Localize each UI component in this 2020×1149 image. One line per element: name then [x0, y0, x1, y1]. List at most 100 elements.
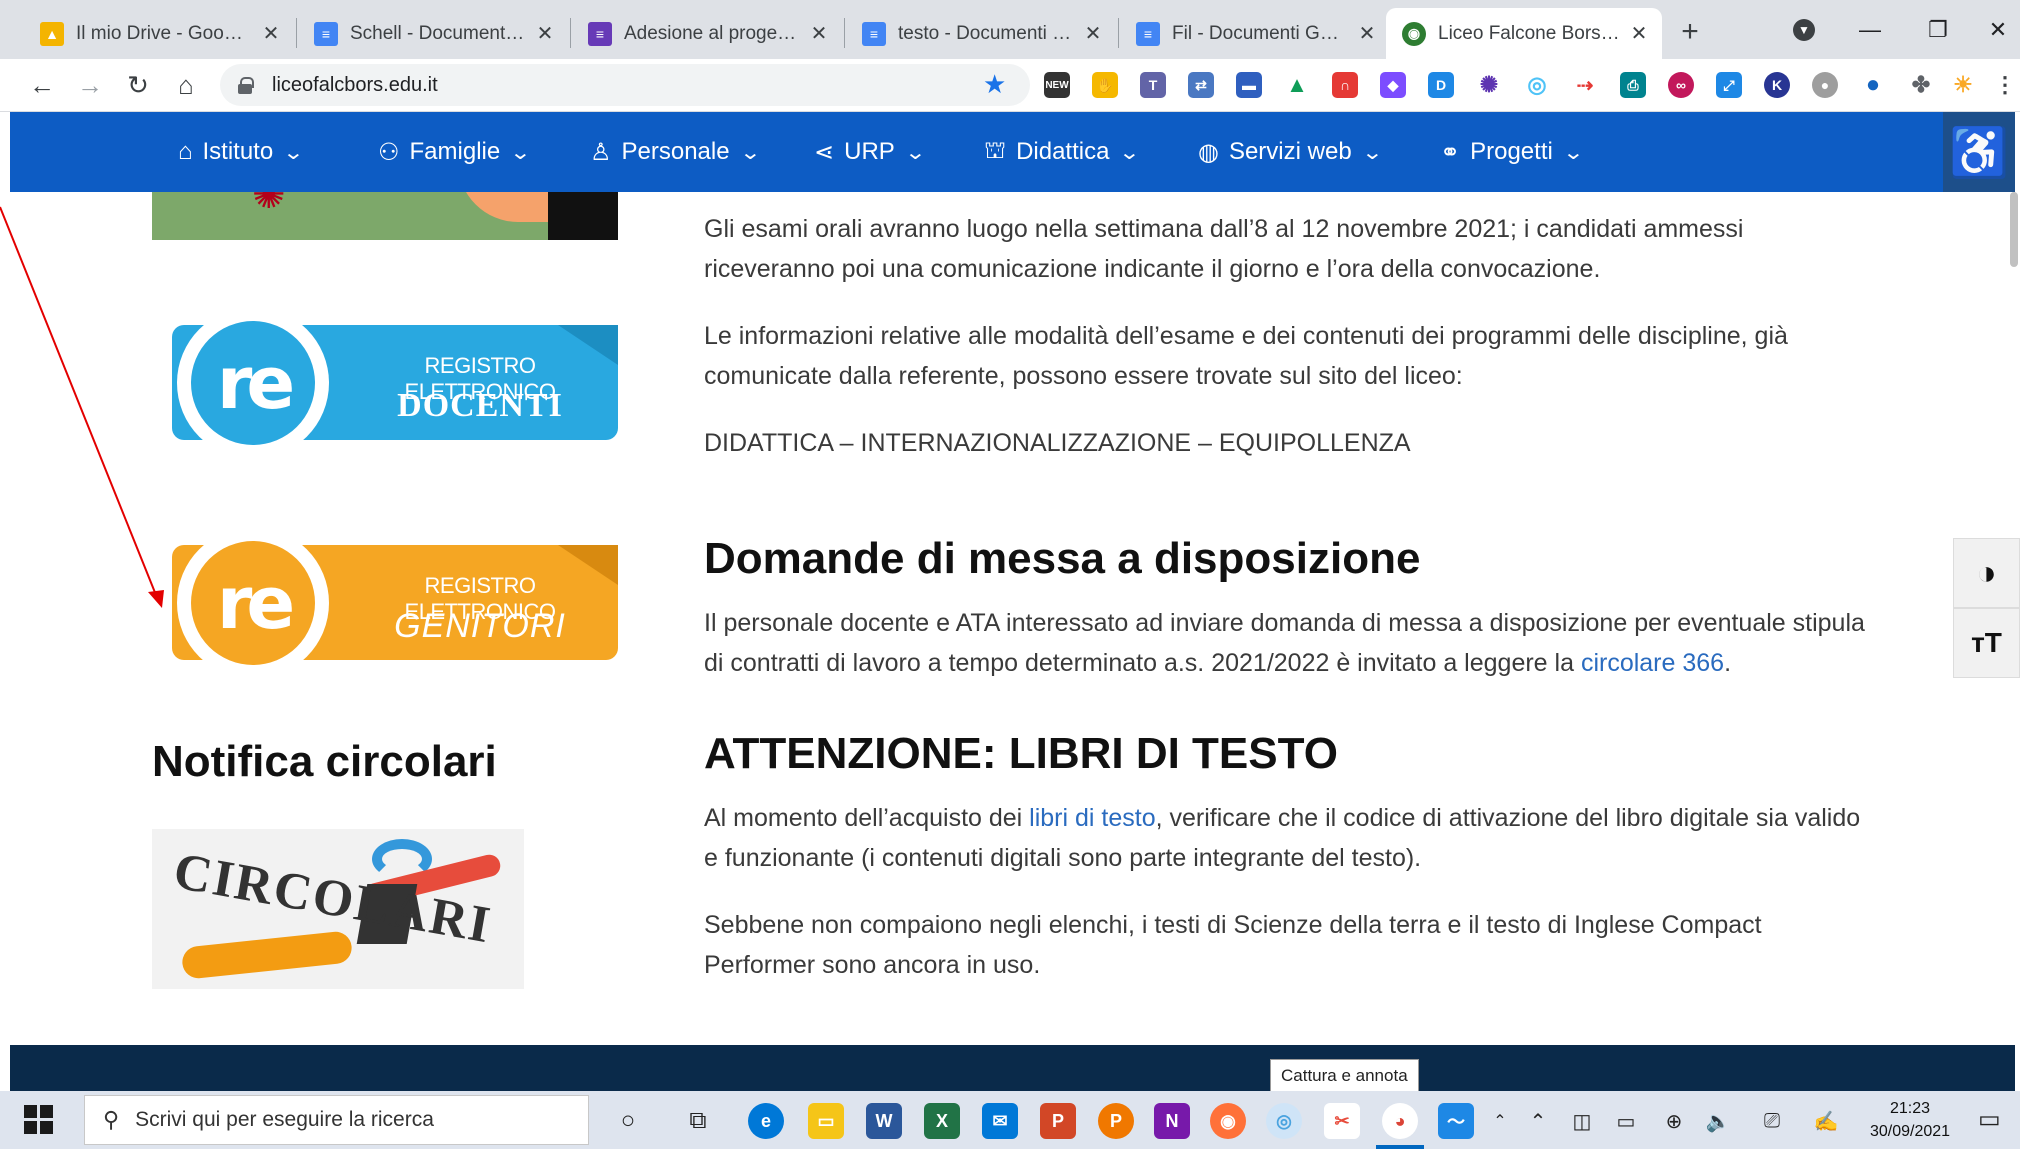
extension-new-icon[interactable]: NEW [1044, 72, 1070, 98]
extension-translate-icon[interactable]: ⇄ [1188, 72, 1214, 98]
cortana-icon[interactable]: ○ [610, 1103, 646, 1139]
notifications-icon[interactable]: ▭ [1978, 1105, 2008, 1135]
volume-icon[interactable]: 🔈 [1700, 1103, 1736, 1139]
nav-label: Servizi web [1228, 138, 1352, 165]
extension-bulb-icon[interactable]: ☀ [1950, 72, 1976, 98]
tab-adesione-form[interactable]: ≡ Adesione al progetto Erasmus ✕ [572, 8, 842, 59]
extension-print-icon[interactable]: ⎙ [1620, 72, 1646, 98]
scroll-chevron-icon[interactable]: ⌃ [1482, 1103, 1518, 1139]
windows-logo-icon [40, 1105, 53, 1118]
close-icon[interactable]: ✕ [808, 23, 830, 45]
contrast-toggle-button[interactable]: ◑ [1953, 538, 2020, 608]
task-view-icon[interactable]: ⧉ [680, 1103, 716, 1139]
powerpoint-icon[interactable]: P [1040, 1103, 1076, 1139]
nav-didattica[interactable]: ⛫ Didattica ⌄ [984, 112, 1141, 192]
extension-thumb-icon[interactable]: ✋ [1092, 72, 1118, 98]
registro-genitori-badge[interactable]: re REGISTRO ELETTRONICO GENITORI [152, 527, 618, 679]
taskbar-search-input[interactable]: ⚲ Scrivi qui per eseguire la ricerca [84, 1095, 589, 1145]
close-icon[interactable]: ✕ [1356, 23, 1378, 45]
extension-k-icon[interactable]: K [1764, 72, 1790, 98]
show-hidden-icons[interactable]: ⌃ [1520, 1103, 1556, 1139]
nav-personale[interactable]: ♙ Personale ⌄ [590, 112, 761, 192]
google-forms-icon: ≡ [588, 21, 612, 46]
nav-servizi-web[interactable]: ◍ Servizi web ⌄ [1198, 112, 1383, 192]
circle-app-icon[interactable]: ◎ [1266, 1103, 1302, 1139]
firefox-icon[interactable]: ◉ [1210, 1103, 1246, 1139]
nav-urp[interactable]: ⋖ URP ⌄ [814, 112, 926, 192]
link-libri-di-testo[interactable]: libri di testo [1029, 804, 1155, 832]
extension-drive-icon[interactable]: ▲ [1284, 72, 1310, 98]
address-bar[interactable]: liceofalcbors.edu.it [220, 64, 1030, 106]
contrast-icon: ◑ [1976, 553, 1997, 592]
text-size-button[interactable]: ᴛT [1953, 608, 2020, 678]
close-icon[interactable]: ✕ [1628, 23, 1650, 45]
minimize-button[interactable]: — [1840, 10, 1900, 50]
circolari-image[interactable]: CIRCOLARI [152, 829, 524, 989]
tab-search-button[interactable]: ▼ [1774, 10, 1834, 50]
paragraph-esami-orali: Gli esami orali avranno luogo nella sett… [704, 215, 1744, 283]
chevron-down-icon: ⌄ [1562, 141, 1585, 164]
text-size-icon: ᴛT [1971, 627, 2002, 658]
extension-shield-icon[interactable]: ◆ [1380, 72, 1406, 98]
extension-screen-icon[interactable]: ▬ [1236, 72, 1262, 98]
taskbar-clock[interactable]: 21:23 30/09/2021 [1860, 1097, 1960, 1143]
nav-label: Didattica [1016, 138, 1110, 165]
word-icon[interactable]: W [866, 1103, 902, 1139]
back-button[interactable]: ← [24, 67, 60, 103]
scrollbar-thumb[interactable] [2010, 192, 2018, 267]
close-icon[interactable]: ✕ [1082, 23, 1104, 45]
nav-famiglie[interactable]: ⚇ Famiglie ⌄ [378, 112, 531, 192]
battery-icon[interactable]: ▭ [1608, 1103, 1644, 1139]
lock-icon[interactable] [238, 77, 254, 94]
browser-menu-icon[interactable]: ⋮ [1992, 72, 2018, 98]
pen-icon[interactable]: ✍ [1808, 1103, 1844, 1139]
extension-cast-icon[interactable]: ⇢ [1572, 72, 1598, 98]
tab-liceo-falcone[interactable]: ◉ Liceo Falcone Borsellino ✕ [1386, 8, 1662, 59]
extension-loop-icon[interactable]: ∞ [1668, 72, 1694, 98]
nav-istituto[interactable]: ⌂ Istituto ⌄ [178, 112, 304, 192]
display-icon[interactable]: ⎚ [1754, 1103, 1790, 1139]
close-window-button[interactable]: ✕ [1976, 10, 2020, 50]
edge-icon[interactable]: e [748, 1103, 784, 1139]
tab-schell-doc[interactable]: ≡ Schell - Documenti Google ✕ [298, 8, 568, 59]
onenote-icon[interactable]: N [1154, 1103, 1190, 1139]
extension-dot-icon[interactable]: ● [1860, 71, 1886, 98]
extension-d-icon[interactable]: D [1428, 72, 1454, 98]
excel-icon[interactable]: X [924, 1103, 960, 1139]
reload-button[interactable]: ↻ [120, 67, 156, 103]
windows-start-button[interactable] [24, 1105, 54, 1135]
link-circolare-366[interactable]: circolare 366 [1581, 649, 1724, 677]
extension-asterisk-icon[interactable]: ✺ [1476, 72, 1502, 98]
extensions-puzzle-icon[interactable]: ✤ [1908, 72, 1934, 98]
forward-button[interactable]: → [72, 67, 108, 103]
extension-teams-icon[interactable]: T [1140, 72, 1166, 98]
home-button[interactable]: ⌂ [168, 67, 204, 103]
nav-progetti[interactable]: ⚭ Progetti ⌄ [1440, 112, 1585, 192]
tab-google-drive[interactable]: ▲ Il mio Drive - Google Drive ✕ [24, 8, 294, 59]
app-p-icon[interactable]: P [1098, 1103, 1134, 1139]
extension-apple-icon[interactable]: ● [1812, 72, 1838, 98]
top-banner-image[interactable]: ✺ [152, 192, 618, 240]
meet-now-icon[interactable]: ◫ [1564, 1103, 1600, 1139]
tab-title: testo - Documenti Google [898, 22, 1074, 44]
registro-docenti-badge[interactable]: re REGISTRO ELETTRONICO DOCENTI [152, 307, 618, 459]
close-icon[interactable]: ✕ [534, 23, 556, 45]
network-icon[interactable]: ⊕ [1656, 1103, 1692, 1139]
close-icon[interactable]: ✕ [260, 23, 282, 45]
restore-button[interactable]: ❐ [1908, 10, 1968, 50]
extension-circle-icon[interactable]: ◎ [1524, 72, 1550, 98]
tab-title: Il mio Drive - Google Drive [76, 22, 252, 44]
mail-icon[interactable]: ✉ [982, 1103, 1018, 1139]
whiteboard-icon[interactable]: 〜 [1438, 1103, 1474, 1139]
new-tab-button[interactable]: + [1672, 14, 1708, 50]
tab-testo-doc[interactable]: ≡ testo - Documenti Google ✕ [846, 8, 1116, 59]
chrome-icon[interactable]: ◕ [1382, 1103, 1418, 1139]
tab-fil-doc[interactable]: ≡ Fil - Documenti Google ✕ [1120, 8, 1390, 59]
extension-expand-icon[interactable]: ⤢ [1716, 72, 1742, 98]
file-explorer-icon[interactable]: ▭ [808, 1103, 844, 1139]
snip-sketch-icon[interactable]: ✂ [1324, 1103, 1360, 1139]
extension-headset-icon[interactable]: ∩ [1332, 72, 1358, 98]
nav-label: Personale [621, 138, 730, 165]
accessibility-button[interactable]: ♿ [1943, 112, 2015, 192]
bookmark-star-icon[interactable]: ★ [983, 69, 1006, 100]
